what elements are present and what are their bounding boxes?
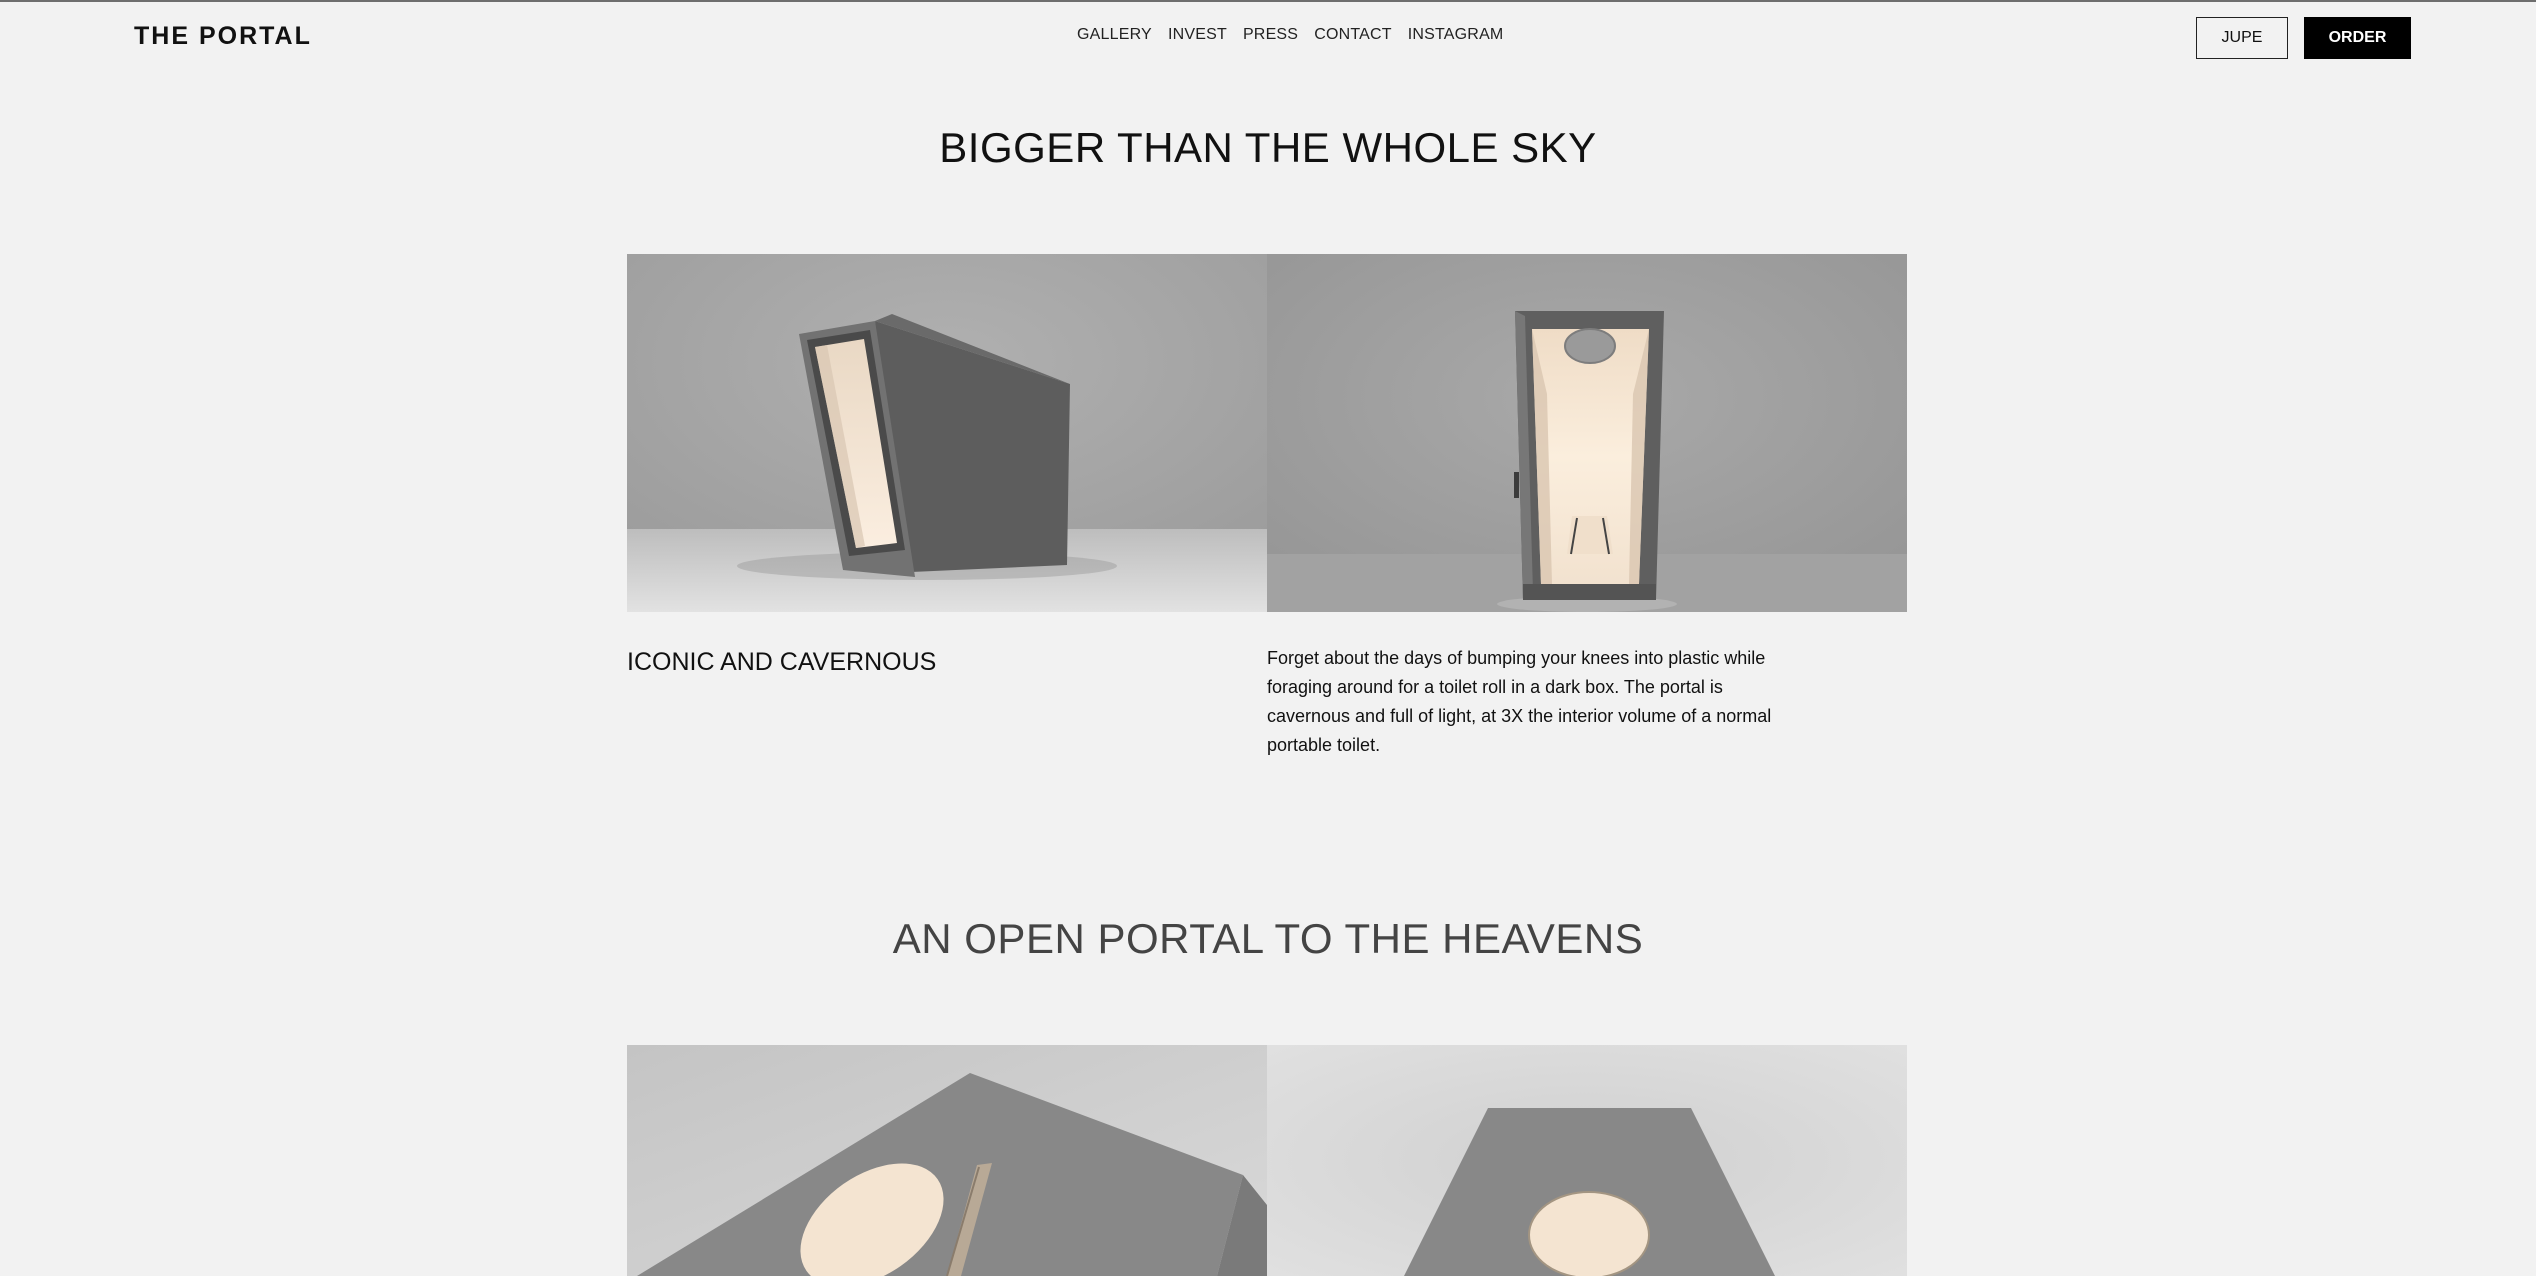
subheading-iconic-cavernous: ICONIC AND CAVERNOUS bbox=[627, 648, 937, 676]
site-header: THE PORTAL GALLERY INVEST PRESS CONTACT … bbox=[0, 2, 2536, 72]
section-title-bigger-than-sky: BIGGER THAN THE WHOLE SKY bbox=[939, 124, 1597, 171]
main-nav: GALLERY INVEST PRESS CONTACT INSTAGRAM bbox=[1077, 26, 1503, 44]
portal-front-render-image bbox=[1267, 254, 1907, 612]
nav-press-link[interactable]: PRESS bbox=[1243, 26, 1298, 44]
nav-invest-link[interactable]: INVEST bbox=[1168, 26, 1227, 44]
portal-side-render-image bbox=[627, 254, 1267, 612]
nav-gallery-link[interactable]: GALLERY bbox=[1077, 26, 1152, 44]
nav-instagram-link[interactable]: INSTAGRAM bbox=[1408, 26, 1504, 44]
nav-contact-link[interactable]: CONTACT bbox=[1314, 26, 1392, 44]
portal-top-angle-render-image bbox=[627, 1045, 1267, 1276]
brand-logo[interactable]: THE PORTAL bbox=[134, 22, 312, 51]
section-title-open-portal: AN OPEN PORTAL TO THE HEAVENS bbox=[892, 915, 1644, 962]
description-paragraph: Forget about the days of bumping your kn… bbox=[1267, 648, 1772, 755]
order-button[interactable]: ORDER bbox=[2304, 17, 2411, 59]
jupe-button[interactable]: JUPE bbox=[2196, 17, 2288, 59]
portal-skylight-render-image bbox=[1267, 1045, 1907, 1276]
